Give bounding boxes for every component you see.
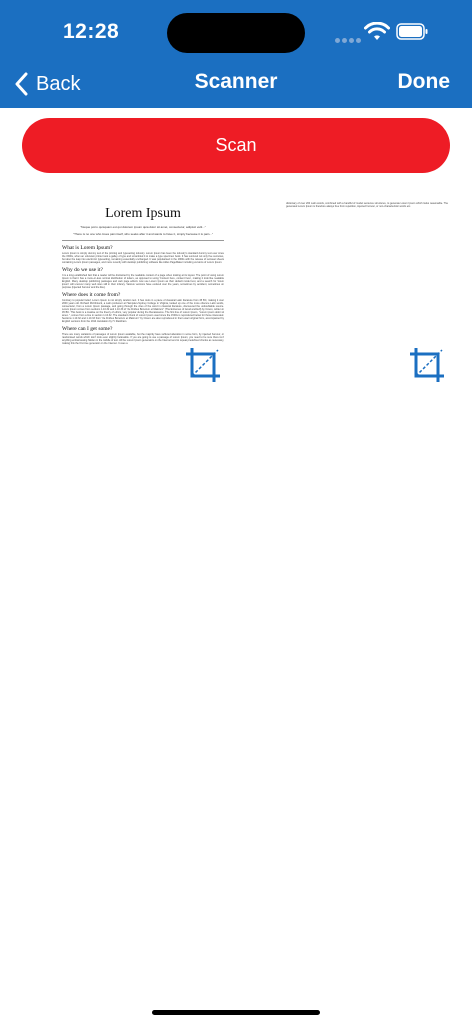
navigation-header: 12:28 Back Scanner Done [0,0,472,108]
crop-icon[interactable] [408,346,446,384]
section-heading: What is Lorem Ipsum? [62,245,113,251]
divider [62,240,224,241]
home-indicator[interactable] [152,1010,320,1015]
section-body: dictionary of over 200 Latin words, comb… [286,202,448,208]
document-title: Lorem Ipsum [105,206,181,221]
chevron-left-icon [15,72,28,96]
document-subquote: "There is no one who loves pain itself, … [73,232,213,236]
section-body: It is a long established fact that a rea… [62,274,224,289]
scan-button[interactable]: Scan [22,118,450,173]
battery-icon [396,23,428,40]
status-time: 12:28 [63,20,120,43]
section-body: There are many variations of passages of… [62,333,224,345]
section-heading: Where can I get some? [62,326,113,332]
dynamic-island [167,13,305,53]
section-body: Contrary to popular belief, Lorem Ipsum … [62,299,224,323]
back-button[interactable]: Back [14,70,80,98]
section-body: Lorem Ipsum is simply dummy text of the … [62,252,224,264]
section-heading: Why do we use it? [62,267,103,273]
section-heading: Where does it come from? [62,292,121,298]
back-label: Back [36,72,81,95]
done-button[interactable]: Done [398,70,451,94]
crop-icon[interactable] [184,346,222,384]
document-quote: "Neque porro quisquam est qui dolorem ip… [80,225,206,229]
wifi-icon [364,22,390,40]
cellular-signal-icon [335,30,365,43]
